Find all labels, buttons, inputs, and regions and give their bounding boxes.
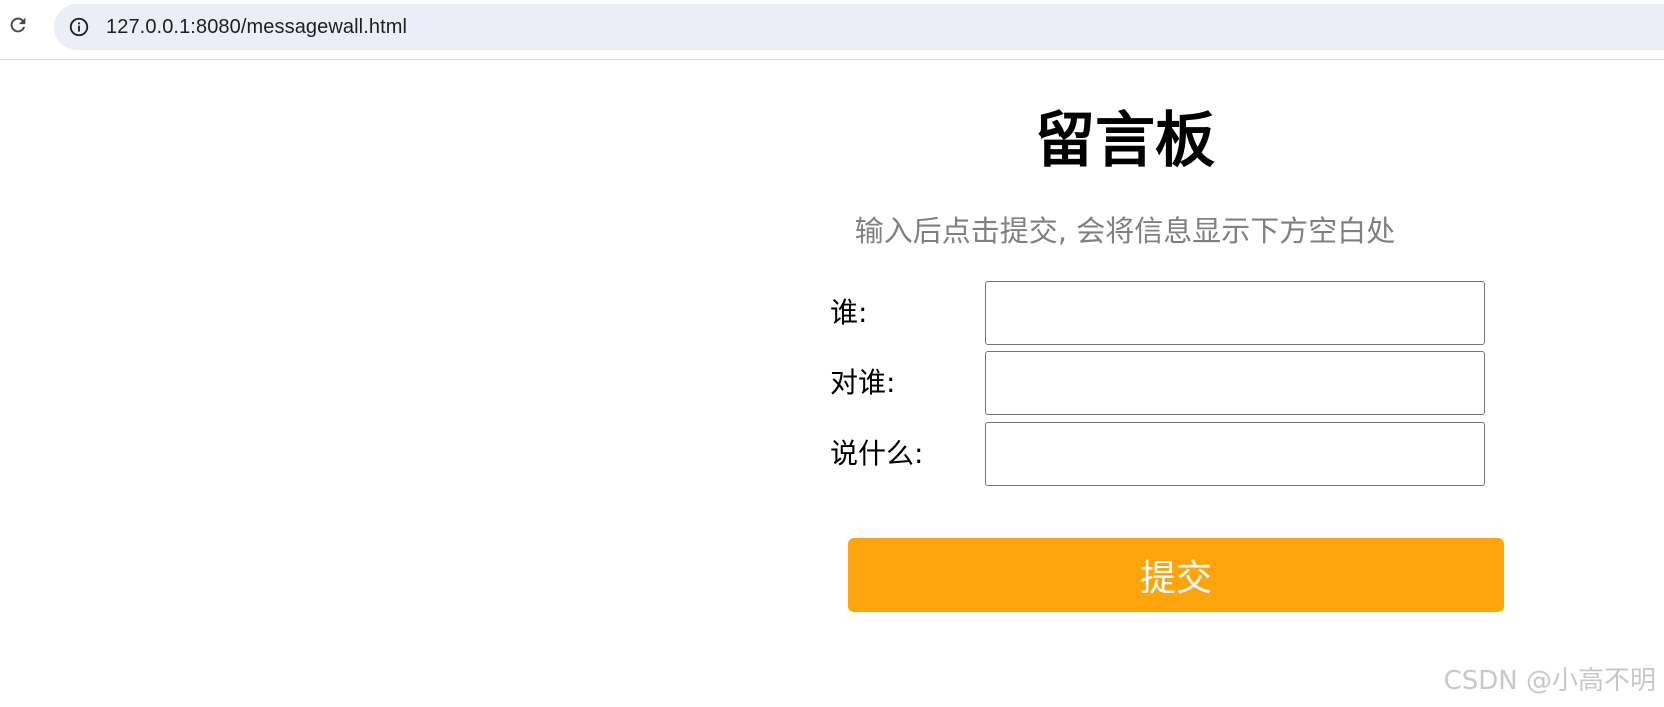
to-whom-label: 对谁: bbox=[830, 366, 896, 399]
info-icon[interactable] bbox=[67, 15, 91, 39]
who-input[interactable] bbox=[985, 281, 1485, 345]
reload-icon bbox=[7, 14, 29, 41]
page-content: 留言板 输入后点击提交, 会将信息显示下方空白处 谁: 对谁: 说什么: 提交 … bbox=[0, 61, 1664, 707]
form-row-message: 说什么: bbox=[830, 422, 1485, 486]
who-label: 谁: bbox=[830, 296, 868, 329]
address-bar[interactable]: 127.0.0.1:8080/messagewall.html bbox=[54, 4, 1664, 50]
submit-button[interactable]: 提交 bbox=[848, 538, 1504, 612]
watermark: CSDN @小高不明 bbox=[1443, 666, 1656, 696]
form-row-to-whom: 对谁: bbox=[830, 351, 1485, 415]
message-label: 说什么: bbox=[830, 437, 924, 470]
reload-button[interactable] bbox=[4, 13, 32, 41]
form-row-who: 谁: bbox=[830, 281, 1485, 345]
browser-toolbar: 127.0.0.1:8080/messagewall.html bbox=[0, 0, 1664, 60]
message-input[interactable] bbox=[985, 422, 1485, 486]
url-text[interactable]: 127.0.0.1:8080/messagewall.html bbox=[106, 16, 407, 39]
page-subtitle: 输入后点击提交, 会将信息显示下方空白处 bbox=[854, 214, 1396, 248]
page-title: 留言板 bbox=[1035, 106, 1215, 176]
to-whom-input[interactable] bbox=[985, 351, 1485, 415]
